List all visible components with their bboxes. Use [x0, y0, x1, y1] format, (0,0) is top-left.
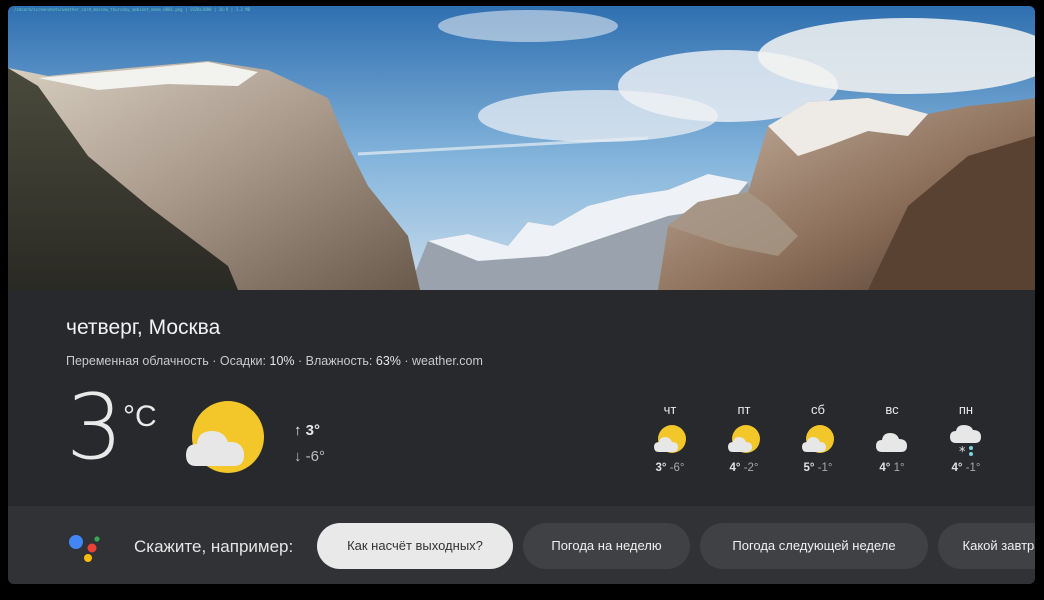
forecast-temps: 4° 1°: [879, 462, 905, 474]
today-high: ↑ 3°: [294, 422, 321, 439]
cloud-icon: [876, 433, 907, 452]
partly-cloudy-icon: [802, 425, 834, 453]
weather-title: четверг, Москва: [66, 316, 221, 339]
conditions-text: Переменная облачность: [66, 354, 209, 368]
forecast-day: пт 4° -2°: [714, 402, 774, 474]
background-landscape: [8, 6, 1035, 290]
precip-value: 10%: [269, 354, 295, 368]
partly-cloudy-icon: [728, 425, 760, 453]
forecast-temps: 3° -6°: [655, 462, 685, 474]
precip-label: Осадки:: [219, 354, 270, 368]
forecast-day: чт 3° -6°: [640, 402, 700, 474]
tv-screen: /sdcard/screenshots/weather_card_moscow_…: [8, 6, 1035, 584]
forecast-day: сб 5° -1°: [788, 402, 848, 474]
suggestion-chip-tomorrow[interactable]: Какой завтра: [938, 523, 1035, 569]
landscape-image: [8, 6, 1035, 290]
partly-cloudy-icon: [654, 425, 686, 453]
today-low: ↓ -6°: [294, 448, 326, 465]
forecast-temps: 5° -1°: [803, 462, 833, 474]
forecast-temps: 4° -1°: [951, 462, 981, 474]
forecast-day: пн * 4° -1°: [936, 402, 996, 474]
debug-overlay-text: /sdcard/screenshots/weather_card_moscow_…: [14, 7, 251, 12]
temperature-unit: °C: [123, 400, 157, 433]
forecast-day-name: пн: [958, 402, 974, 417]
forecast-day-name: сб: [811, 402, 825, 417]
svg-text:*: *: [959, 445, 966, 458]
assistant-prompt: Скажите, например:: [134, 537, 294, 556]
snow-cloud-icon: *: [950, 425, 981, 458]
weather-card: четверг, Москва Переменная облачность · …: [8, 290, 1035, 506]
weather-details: Переменная облачность · Осадки: 10% · Вл…: [66, 354, 483, 368]
humidity-label: Влажность:: [305, 354, 376, 368]
forecast-day-name: чт: [663, 402, 677, 417]
suggestion-chip-weekend[interactable]: Как насчёт выходных?: [317, 523, 513, 569]
forecast-day-name: пт: [737, 402, 751, 417]
forecast-strip: чт 3° -6° пт 4° -2° сб 5° -1° вс 4° 1° п…: [640, 402, 1000, 486]
google-assistant-icon: [69, 535, 100, 562]
partly-cloudy-icon: [186, 401, 264, 473]
forecast-temps: 4° -2°: [729, 462, 759, 474]
humidity-value: 63%: [375, 354, 401, 368]
suggestion-chip-week[interactable]: Погода на неделю: [523, 523, 690, 569]
source-text: weather.com: [412, 354, 483, 368]
forecast-day: вс 4° 1°: [862, 402, 922, 474]
suggestion-chip-next-week[interactable]: Погода следующей неделе: [700, 523, 928, 569]
current-temperature: 3: [66, 375, 124, 480]
forecast-day-name: вс: [885, 402, 899, 417]
